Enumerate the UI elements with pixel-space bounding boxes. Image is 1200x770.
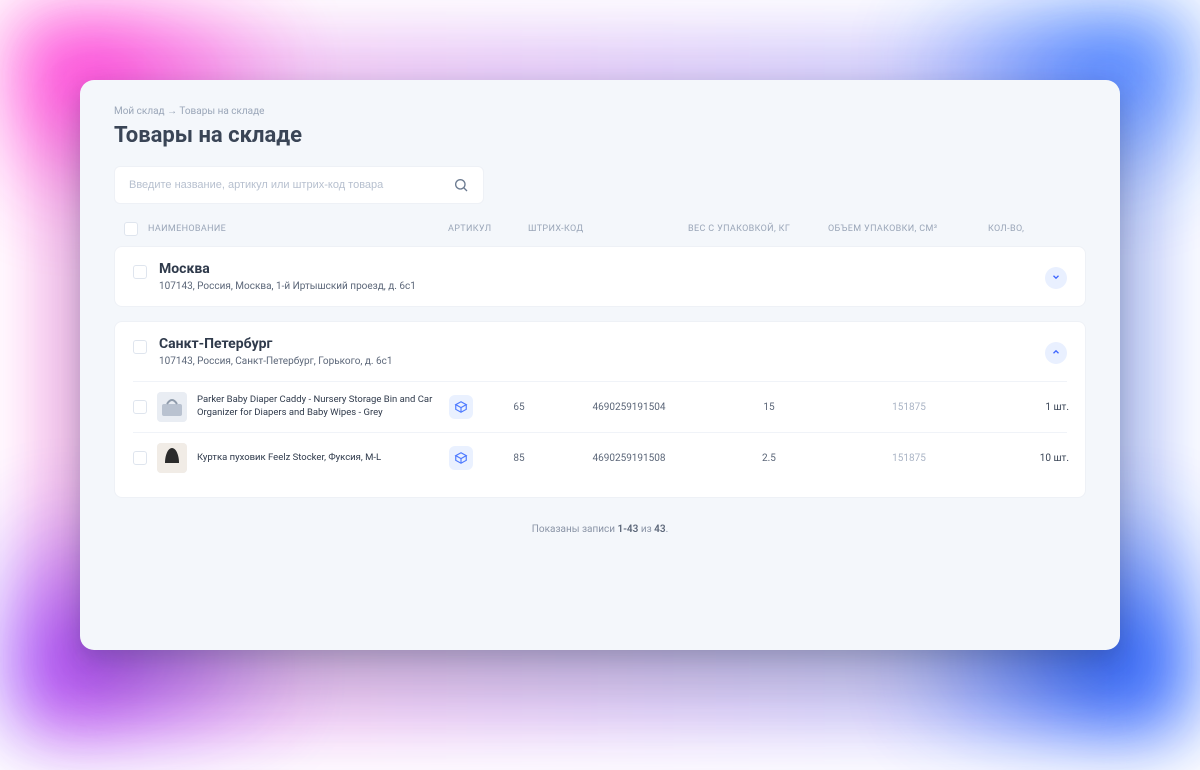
cell-qty: 10 шт. [989,453,1069,464]
cell-weight: 15 [709,402,829,413]
col-weight: ВЕС С УПАКОВКОЙ, КГ [688,224,828,234]
product-name: Куртка пуховик Feelz Stocker, Фуксия, M-… [197,452,449,465]
search-input[interactable] [129,179,449,191]
row-checkbox[interactable] [133,451,147,465]
breadcrumb-current: Товары на складе [179,106,264,117]
col-barcode: ШТРИХ-КОД [528,224,688,234]
breadcrumb-separator: → [167,106,177,117]
group-name: Москва [159,261,1067,277]
col-name: НАИМЕНОВАНИЕ [148,224,448,234]
cell-barcode: 4690259191508 [549,453,709,464]
col-volume: ОБЪЕМ УПАКОВКИ, СМ³ [828,224,988,234]
search-icon[interactable] [449,173,473,197]
row-checkbox[interactable] [133,400,147,414]
product-thumbnail [157,443,187,473]
breadcrumb-root[interactable]: Мой склад [114,106,165,117]
collapse-toggle[interactable] [1045,342,1067,364]
cell-barcode: 4690259191504 [549,402,709,413]
cell-volume: 151875 [829,402,989,413]
page-title: Товары на складе [114,123,1086,148]
cell-sku: 85 [489,453,549,464]
col-qty: КОЛ-ВО, [988,224,1068,234]
pagination-total: 43 [654,524,665,535]
cell-volume: 151875 [829,453,989,464]
product-thumbnail [157,392,187,422]
search-box[interactable] [114,166,484,204]
chevron-up-icon [1051,347,1061,360]
pagination-suffix: . [666,524,669,535]
warehouse-group-moscow: Москва 107143, Россия, Москва, 1-й Иртыш… [114,246,1086,307]
group-header[interactable]: Санкт-Петербург 107143, Россия, Санкт-Пе… [133,336,1067,367]
table-row: Куртка пуховик Feelz Stocker, Фуксия, M-… [133,432,1067,483]
cell-weight: 2.5 [709,453,829,464]
warehouse-group-spb: Санкт-Петербург 107143, Россия, Санкт-Пе… [114,321,1086,498]
package-icon[interactable] [449,446,473,470]
group-rows: Parker Baby Diaper Caddy - Nursery Stora… [133,381,1067,483]
pagination-range: 1-43 [618,524,639,535]
cell-sku: 65 [489,402,549,413]
table-header: НАИМЕНОВАНИЕ АРТИКУЛ ШТРИХ-КОД ВЕС С УПА… [114,222,1086,246]
group-checkbox[interactable] [133,340,147,354]
app-card: Мой склад → Товары на складе Товары на с… [80,80,1120,650]
pagination-prefix: Показаны записи [532,524,618,535]
select-all-checkbox[interactable] [124,222,138,236]
cell-qty: 1 шт. [989,402,1069,413]
expand-toggle[interactable] [1045,267,1067,289]
pagination-summary: Показаны записи 1-43 из 43. [114,512,1086,535]
chevron-down-icon [1051,272,1061,285]
group-checkbox[interactable] [133,265,147,279]
package-icon[interactable] [449,395,473,419]
breadcrumb: Мой склад → Товары на складе [114,106,1086,117]
col-sku: АРТИКУЛ [448,224,528,234]
group-header[interactable]: Москва 107143, Россия, Москва, 1-й Иртыш… [133,261,1067,292]
group-name: Санкт-Петербург [159,336,1067,352]
product-name: Parker Baby Diaper Caddy - Nursery Stora… [197,394,449,420]
table-row: Parker Baby Diaper Caddy - Nursery Stora… [133,381,1067,432]
pagination-middle: из [638,524,654,535]
group-address: 107143, Россия, Москва, 1-й Иртышский пр… [159,281,1067,292]
group-address: 107143, Россия, Санкт-Петербург, Горьког… [159,356,1067,367]
